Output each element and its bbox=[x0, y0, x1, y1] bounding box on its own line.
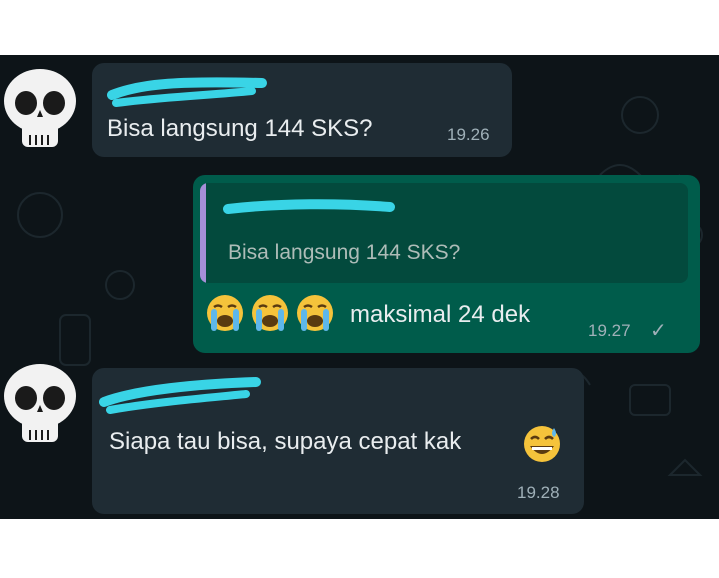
crying-face-icon bbox=[207, 295, 243, 331]
single-check-icon: ✓ bbox=[650, 320, 667, 342]
quote-bar bbox=[200, 183, 206, 283]
crying-face-icon bbox=[297, 295, 333, 331]
sweat-smile-icon bbox=[524, 426, 560, 462]
skull-avatar-icon bbox=[4, 364, 76, 442]
message-time: 19.26 bbox=[447, 125, 490, 144]
message-bubble-incoming[interactable]: Siapa tau bisa, supaya cepat kak 19.28 bbox=[92, 368, 584, 514]
message-text: maksimal 24 dek bbox=[350, 301, 531, 328]
message-time: 19.28 bbox=[517, 483, 560, 502]
quote-text: Bisa langsung 144 SKS? bbox=[228, 241, 461, 264]
message-time: 19.27 bbox=[588, 321, 631, 340]
redacted-sender-name bbox=[99, 377, 261, 414]
message-text: Siapa tau bisa, supaya cepat kak bbox=[109, 428, 462, 455]
message-text: Bisa langsung 144 SKS? bbox=[107, 115, 373, 142]
skull-avatar-icon bbox=[4, 69, 76, 147]
quoted-reply[interactable]: Bisa langsung 144 SKS? bbox=[200, 183, 688, 283]
crying-face-icon bbox=[252, 295, 288, 331]
message-bubble-incoming[interactable]: Bisa langsung 144 SKS? 19.26 bbox=[92, 63, 512, 157]
chat-screenshot: Bisa langsung 144 SKS? 19.26 Bisa langsu… bbox=[0, 55, 719, 519]
redacted-sender-name bbox=[107, 77, 267, 107]
redacted-quote-author bbox=[223, 199, 395, 214]
